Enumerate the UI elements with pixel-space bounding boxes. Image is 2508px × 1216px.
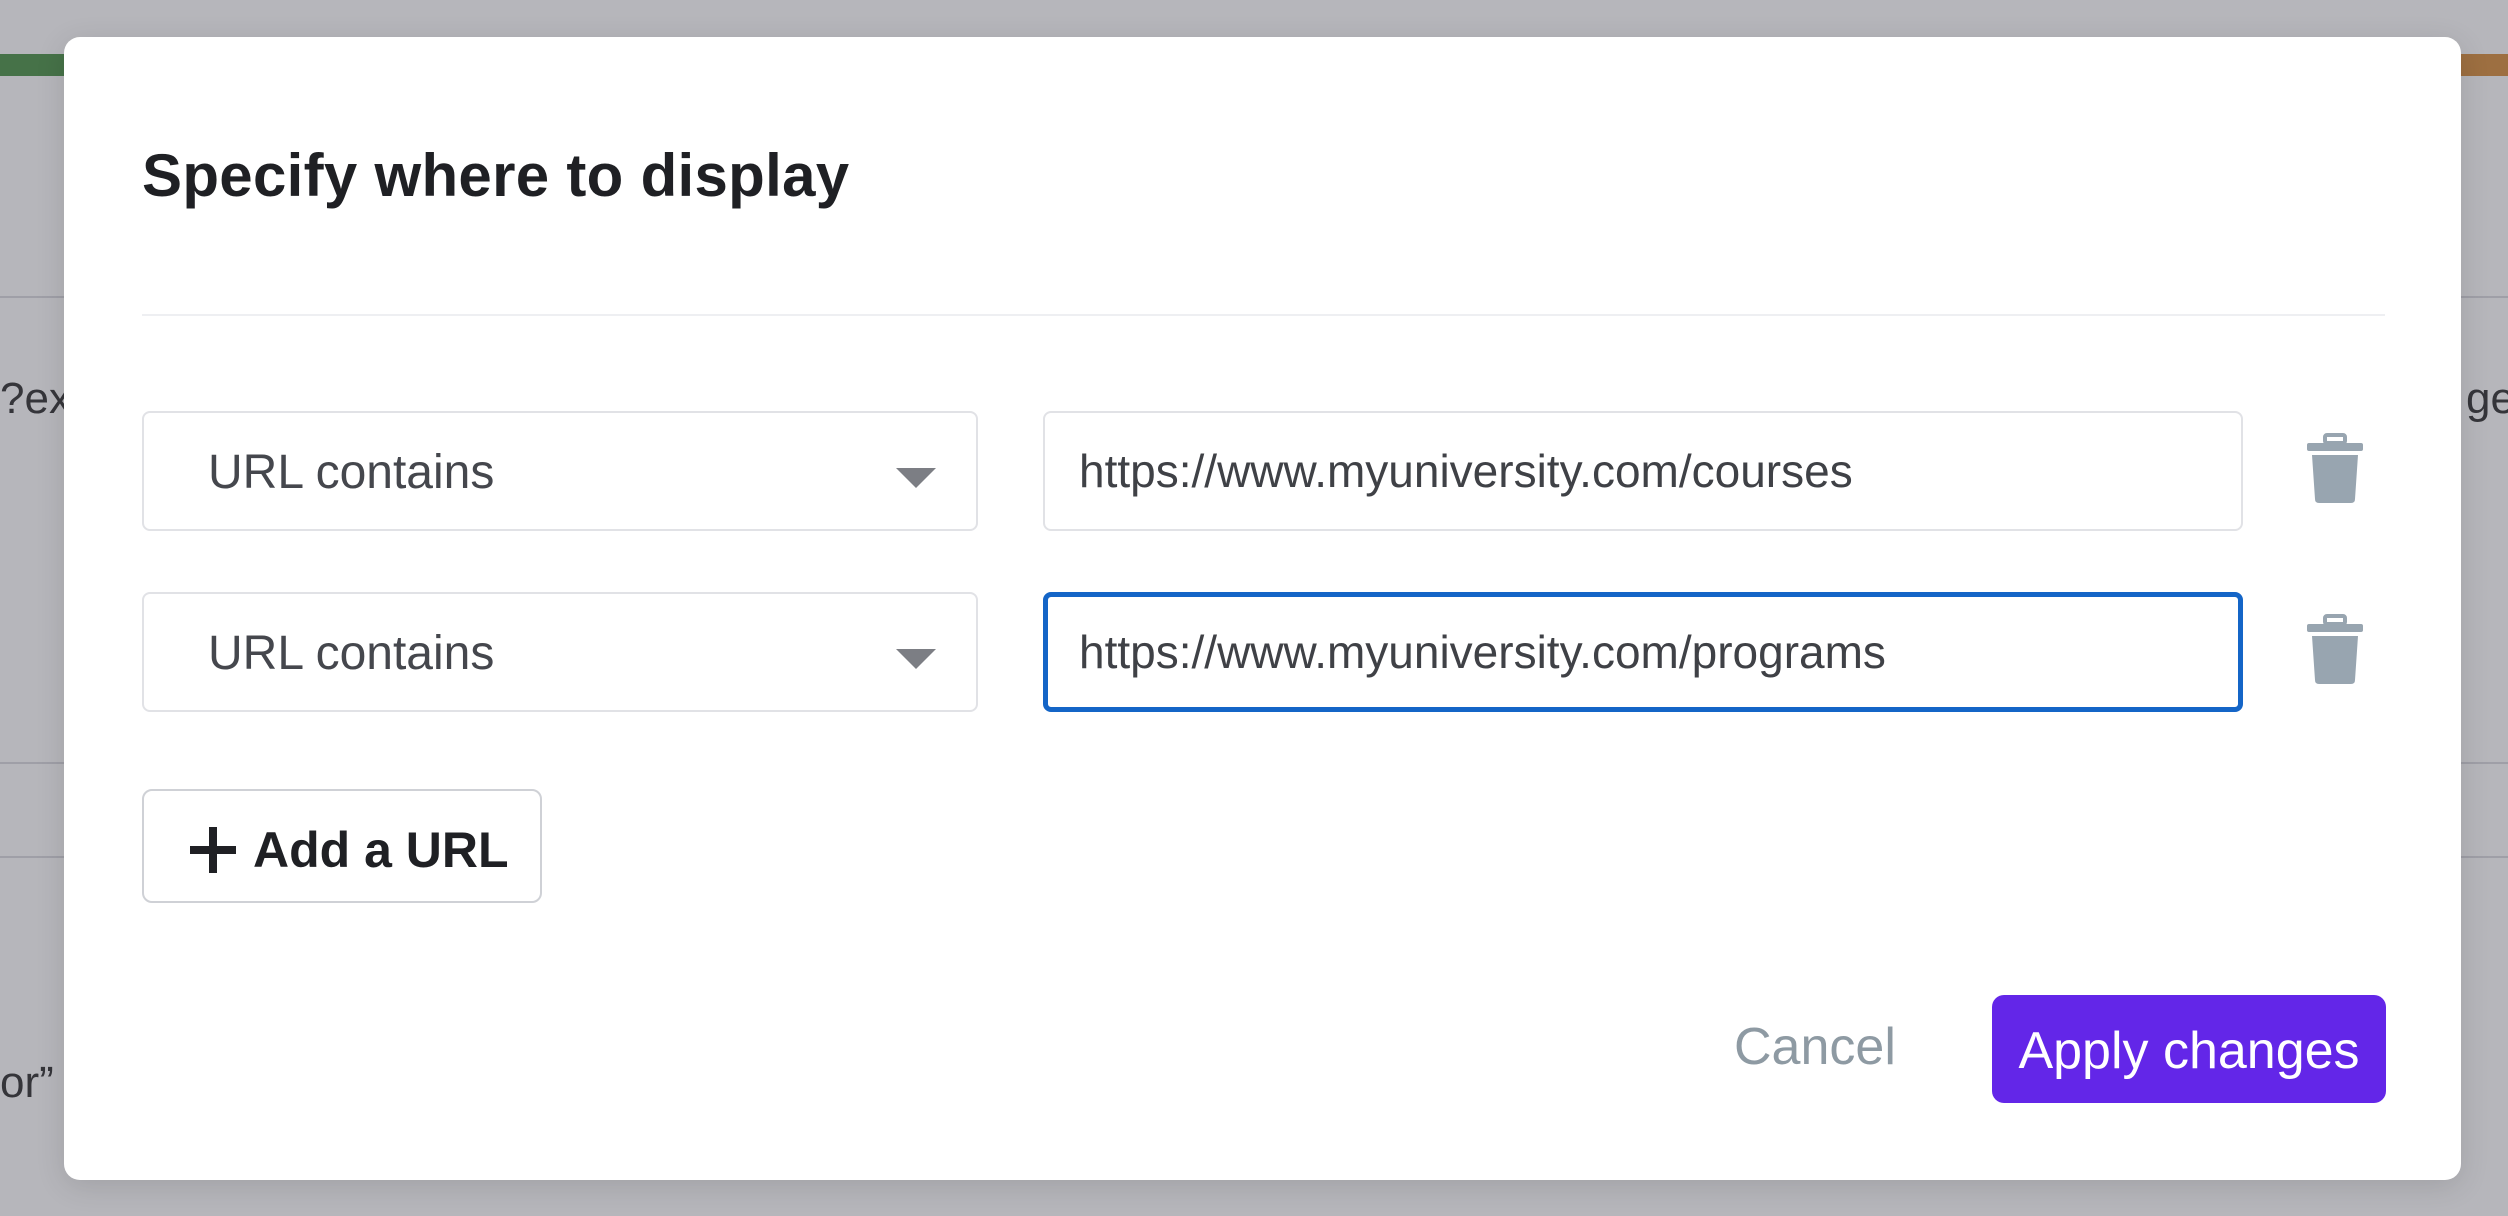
condition-select[interactable]: URL contains [142, 592, 978, 712]
url-input[interactable] [1043, 592, 2243, 712]
apply-changes-label: Apply changes [2018, 1022, 2360, 1080]
plus-icon [190, 827, 236, 873]
chevron-down-icon [896, 649, 936, 669]
apply-changes-button[interactable]: Apply changes [1992, 995, 2386, 1103]
condition-select-value: URL contains [208, 446, 495, 499]
title-divider [142, 314, 2385, 316]
add-url-label: Add a URL [253, 822, 509, 878]
cancel-button[interactable]: Cancel [1734, 1017, 1896, 1077]
dialog-title: Specify where to display [142, 142, 850, 209]
add-url-button[interactable]: Add a URL [142, 789, 542, 903]
trash-icon[interactable] [2305, 614, 2365, 684]
condition-select-value: URL contains [208, 627, 495, 680]
url-input[interactable] [1043, 411, 2243, 531]
condition-select[interactable]: URL contains [142, 411, 978, 531]
trash-icon[interactable] [2305, 433, 2365, 503]
chevron-down-icon [896, 468, 936, 488]
display-rules-dialog: Specify where to display URL contains UR… [64, 37, 2461, 1180]
url-rule-row: URL contains [142, 411, 2385, 531]
url-rule-row: URL contains [142, 592, 2385, 712]
